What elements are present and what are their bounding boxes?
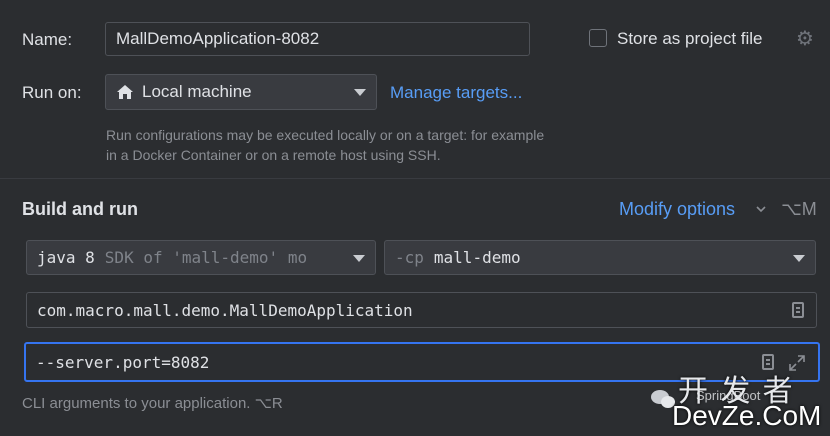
chevron-down-icon [354,89,366,96]
store-as-project-file-label[interactable]: Store as project file [617,29,763,49]
chevron-down-icon [353,254,365,262]
program-arguments-value: --server.port=8082 [36,352,210,372]
run-on-hint-line2: in a Docker Container or on a remote hos… [106,147,441,163]
build-and-run-title: Build and run [22,199,138,219]
run-on-combobox[interactable]: Local machine [105,74,377,110]
main-class-field[interactable]: com.macro.mall.demo.MallDemoApplication [26,292,817,328]
expand-icon[interactable] [788,354,806,372]
browse-document-icon[interactable] [792,302,804,318]
watermark-text-3: SpringBoot [696,388,761,403]
run-on-label: Run on: [22,83,82,102]
classpath-combobox[interactable]: -cp mall-demo [384,240,816,275]
name-label: Name: [22,30,73,49]
program-arguments-hint: CLI arguments to your application. ⌥R [22,395,283,412]
document-icon[interactable] [762,354,774,370]
run-on-value: Local machine [142,82,252,101]
run-on-hint-line1: Run configurations may be executed local… [106,127,545,143]
home-icon [117,85,133,99]
run-on-hint: Run configurations may be executed local… [106,125,544,165]
main-class-value: com.macro.mall.demo.MallDemoApplication [37,300,413,320]
section-divider [0,178,830,179]
watermark-text-2: DevZe.CoM [672,400,822,431]
modify-options-link[interactable]: Modify options [619,199,735,220]
name-field[interactable]: MallDemoApplication-8082 [105,22,530,56]
chevron-down-icon[interactable] [755,204,767,214]
name-field-value: MallDemoApplication-8082 [116,29,320,48]
modify-options-shortcut: ⌥M [781,199,817,219]
store-as-project-file-checkbox[interactable] [589,29,607,47]
chevron-down-icon [793,254,805,262]
chat-bubble-icon [651,390,675,408]
gear-icon[interactable]: ⚙ [796,29,816,49]
program-arguments-field[interactable]: --server.port=8082 [24,342,820,382]
jre-detail: SDK of 'mall-demo' mo [104,248,308,267]
jre-version: java 8 [37,248,95,267]
classpath-module: mall-demo [433,248,521,267]
manage-targets-link[interactable]: Manage targets... [390,83,522,103]
classpath-prefix: -cp [395,248,424,267]
jre-combobox[interactable]: java 8 SDK of 'mall-demo' mo [26,240,376,275]
